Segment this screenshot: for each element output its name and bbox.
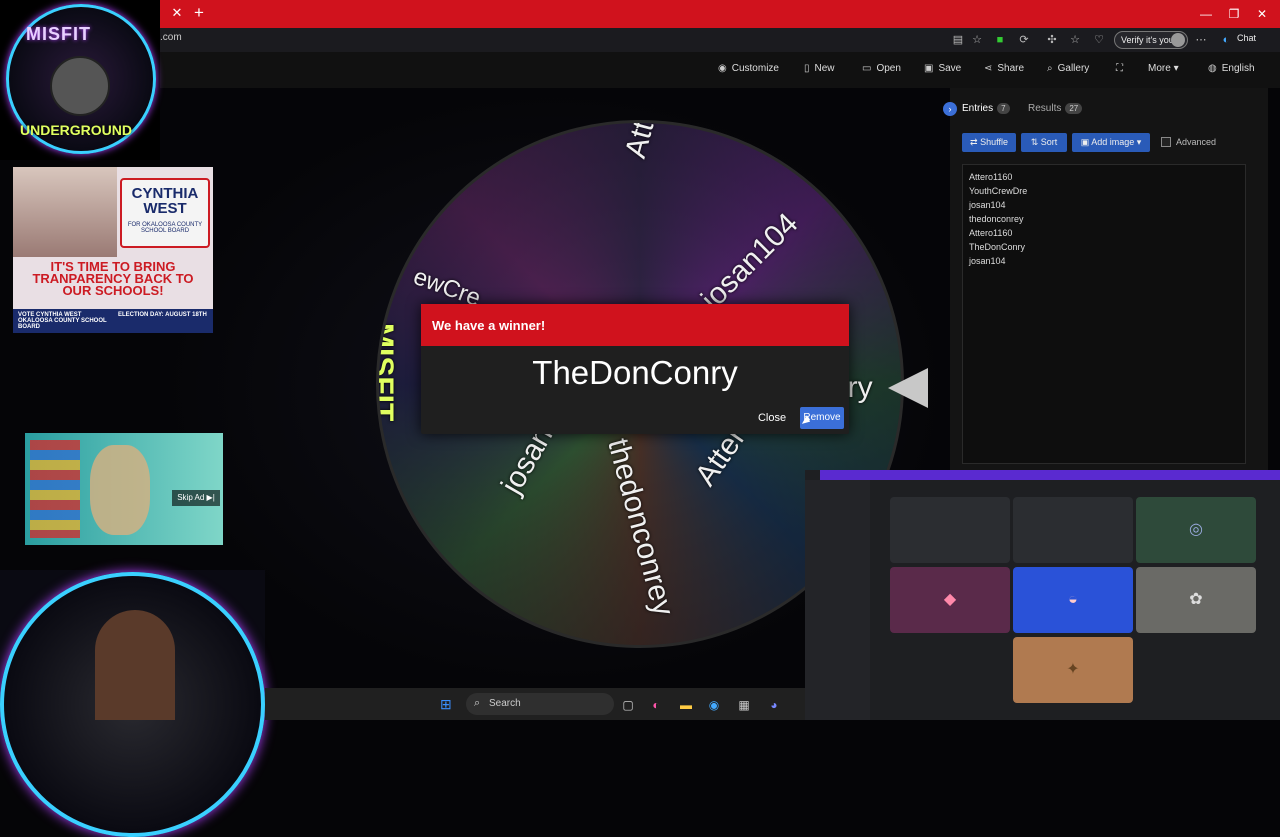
- ad-headline: IT'S TIME TO BRING TRANPARENCY BACK TO O…: [32, 259, 194, 298]
- store-icon[interactable]: ▦: [736, 697, 752, 713]
- ad-candidate-name: CYNTHIA WEST: [131, 185, 199, 217]
- tab-results[interactable]: Results 27: [1028, 103, 1083, 114]
- shuffle-button[interactable]: ⇄ Shuffle: [962, 133, 1016, 152]
- new-button[interactable]: ▯ New: [804, 63, 835, 74]
- new-tab-icon[interactable]: +: [194, 4, 208, 22]
- share-icon: ⋖: [984, 63, 993, 74]
- add-image-button[interactable]: ▣ Add image ▾: [1072, 133, 1150, 152]
- windows-start-icon[interactable]: ⊞: [440, 696, 456, 712]
- candidate-photo: [13, 167, 117, 257]
- list-item: Attero1160: [969, 172, 1013, 182]
- palette-icon: ◉: [718, 63, 727, 74]
- extension-icon[interactable]: ■: [993, 33, 1007, 47]
- url-field[interactable]: .com: [160, 32, 182, 43]
- participant-tile[interactable]: ◒: [1013, 567, 1133, 633]
- list-item: Attero1160: [969, 228, 1013, 238]
- copilot-icon[interactable]: ◐: [1219, 33, 1233, 47]
- browser-titlebar: [0, 0, 1280, 28]
- maximize-icon[interactable]: ❐: [1226, 6, 1242, 22]
- window-close-icon[interactable]: ✕: [1254, 6, 1270, 22]
- avatar: [1171, 33, 1185, 47]
- file-explorer-icon[interactable]: ▬: [678, 697, 694, 713]
- advanced-label: Advanced: [1176, 137, 1217, 147]
- ad-candidate-office: FOR OKALOOSA COUNTY SCHOOL BOARD: [127, 222, 203, 234]
- sort-icon: ⇅: [1030, 137, 1041, 147]
- search-label: Search: [489, 698, 521, 709]
- wheel-label: MISFIT: [376, 323, 399, 422]
- wheel-label: josan104: [695, 206, 805, 317]
- raccoon-mascot-icon: [50, 56, 110, 116]
- participant-tile[interactable]: ◆: [890, 567, 1010, 633]
- address-bar: [0, 28, 1280, 52]
- close-tab-icon[interactable]: ✕: [170, 6, 184, 20]
- copilot-app-icon[interactable]: ◐: [648, 697, 664, 713]
- list-item: TheDonConry: [969, 242, 1026, 252]
- participant-tile[interactable]: [890, 497, 1010, 563]
- edge-browser-icon[interactable]: ◉: [706, 697, 722, 713]
- dialog-title: We have a winner!: [432, 318, 546, 333]
- chevron-down-icon: ▾: [1170, 63, 1179, 74]
- chip-image: [90, 445, 150, 535]
- voice-chat-titlebar: [820, 470, 1280, 480]
- list-item: josan104: [969, 256, 1006, 266]
- winner-name: TheDonConry: [532, 354, 738, 391]
- chevron-right-icon[interactable]: ›: [943, 102, 957, 116]
- favorite-star-icon[interactable]: ☆: [970, 33, 984, 47]
- task-view-icon[interactable]: ▢: [620, 697, 636, 713]
- advanced-checkbox[interactable]: [1161, 137, 1171, 147]
- reader-icon[interactable]: ▤: [951, 33, 965, 47]
- list-item: josan104: [969, 200, 1006, 210]
- ad-vote-text: VOTE CYNTHIA WEST OKALOOSA COUNTY SCHOOL…: [18, 312, 107, 330]
- save-icon: ▣: [924, 63, 934, 74]
- globe-icon: ◍: [1208, 63, 1217, 74]
- refresh-icon[interactable]: ⟳: [1017, 33, 1031, 47]
- list-item: thedonconrey: [969, 214, 1024, 224]
- more-icon[interactable]: ⋯: [1194, 33, 1208, 47]
- logo-title: MISFIT: [26, 24, 91, 44]
- favorites-icon[interactable]: ☆: [1068, 33, 1082, 47]
- logo-subtitle: UNDERGROUND: [20, 122, 132, 138]
- file-icon: ▯: [804, 63, 810, 74]
- share-button[interactable]: ⋖ Share: [984, 63, 1024, 74]
- search-icon: ⌕: [1047, 63, 1053, 74]
- results-count-badge: 27: [1065, 103, 1083, 114]
- fullscreen-icon[interactable]: ⛶: [1116, 63, 1123, 74]
- extension-puzzle-icon[interactable]: ✣: [1045, 33, 1059, 47]
- voice-chat-sidebar: [805, 480, 870, 720]
- participant-tile[interactable]: ✿: [1136, 567, 1256, 633]
- skip-ad-button[interactable]: Skip Ad ▶|: [172, 490, 220, 506]
- more-menu[interactable]: More ▾: [1148, 63, 1179, 74]
- minimize-icon[interactable]: —: [1198, 6, 1214, 22]
- chat-button[interactable]: Chat: [1237, 33, 1256, 43]
- sort-button[interactable]: ⇅ Sort: [1021, 133, 1067, 152]
- streamer-video: [95, 610, 175, 720]
- list-item: YouthCrewDre: [969, 186, 1028, 196]
- gallery-button[interactable]: ⌕ Gallery: [1047, 63, 1089, 74]
- chevron-down-icon: ▾: [1134, 137, 1142, 147]
- shield-icon[interactable]: ♡: [1092, 33, 1106, 47]
- snack-bags-image: [30, 440, 80, 538]
- participant-tile[interactable]: ✦: [1013, 637, 1133, 703]
- participant-tile[interactable]: ◎: [1136, 497, 1256, 563]
- close-button[interactable]: Close: [754, 408, 790, 428]
- entries-count-badge: 7: [997, 103, 1010, 114]
- open-button[interactable]: ▭ Open: [862, 63, 901, 74]
- image-icon: ▣: [1080, 137, 1092, 147]
- wheel-label: Attero1160: [619, 123, 689, 162]
- ad-election-date: ELECTION DAY: AUGUST 18TH: [118, 312, 207, 318]
- wheel-label: thedonconrey: [601, 435, 681, 620]
- shuffle-icon: ⇄: [970, 137, 981, 147]
- language-selector[interactable]: ◍ English: [1208, 63, 1255, 74]
- tab-entries[interactable]: Entries 7: [962, 103, 1010, 114]
- search-icon: ⌕: [474, 697, 481, 709]
- discord-icon[interactable]: ◕: [766, 697, 782, 713]
- participant-tile[interactable]: [1013, 497, 1133, 563]
- customize-button[interactable]: ◉ Customize: [718, 63, 779, 74]
- save-button[interactable]: ▣ Save: [924, 63, 961, 74]
- wheel-pointer: [888, 368, 928, 408]
- folder-icon: ▭: [862, 63, 872, 74]
